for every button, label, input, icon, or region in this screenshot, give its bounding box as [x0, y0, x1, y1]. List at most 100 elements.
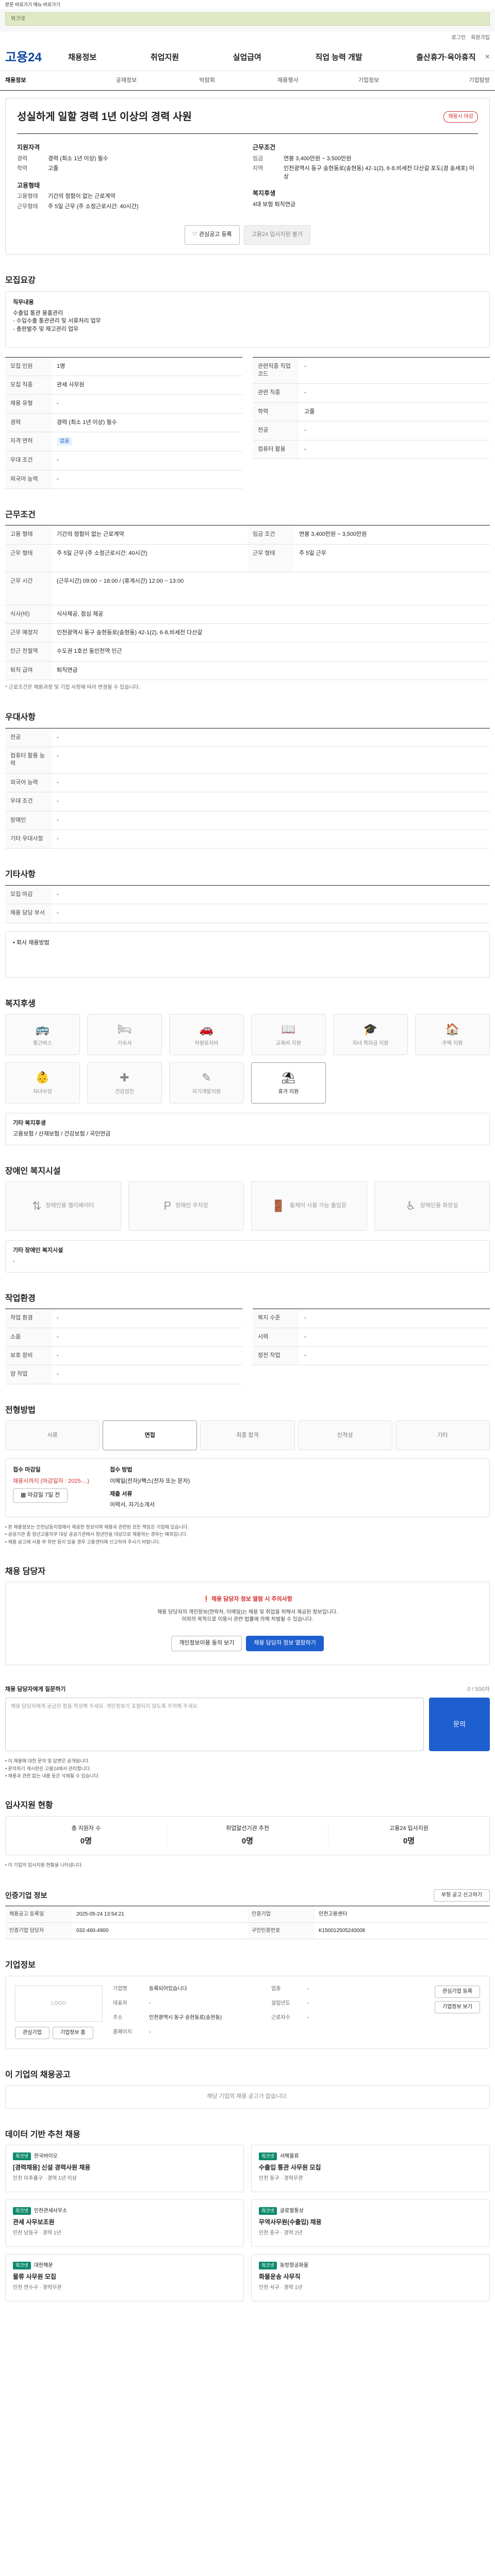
privacy-agree-button[interactable]: 개인정보이용 동의 보기 [171, 1635, 242, 1651]
preference-table: 전공 - 컴퓨터 활용 능력 - 외국어 능력 - 우대 조건 - 장애인 - 기타 우대… [5, 727, 490, 849]
company-key: 기업명 [113, 1986, 127, 1992]
company-home-button[interactable]: 기업정보 홈 [52, 2026, 93, 2039]
table-value: 식사제공, 점심 제공 [57, 611, 104, 617]
main-menu: 채용정보 취업지원 실업급여 직업 능력 개발 출산휴가·육아휴직 [66, 52, 478, 63]
source-tag: 워크넷 [259, 2262, 277, 2269]
shift-value: 주 5일 근무 [299, 550, 326, 556]
table-value: 없음 [52, 432, 242, 451]
table-value: - [57, 1315, 59, 1321]
company-follow-button[interactable]: 관심기업 등록 [435, 1985, 480, 1998]
stat-item: 총 지원자 수 0명 [6, 1824, 167, 1847]
interest-button[interactable]: ♡ 관심공고 등록 [184, 225, 240, 245]
recommend-company: 인천관세사무소 [34, 2208, 68, 2214]
process-step: 기타 [395, 1420, 490, 1451]
stat-label: 고용24 입사지원 [389, 1825, 428, 1832]
table-key: 복지 수준 [253, 1309, 299, 1328]
doc-key: 제출 서류 [109, 1491, 133, 1497]
company-key: 주소 [113, 2014, 123, 2021]
recommend-card[interactable]: 워크넷 글로벌통상 무역사무원(수출입) 채용 인천 중구 · 경력 2년 [251, 2199, 490, 2247]
tab-item[interactable]: 채용행사 [248, 77, 328, 84]
kv-key: 학력 [17, 165, 28, 172]
disabled-item: 🚪 휠체어 사용 가능 출입문 [251, 1181, 367, 1231]
method-value: 이메일(전자)/팩스(전자 또는 문자) [109, 1478, 190, 1484]
vacation-icon: ⛱ [281, 1071, 296, 1084]
table-value: - [57, 817, 59, 823]
interest-company-button[interactable]: 관심기업 [15, 2026, 50, 2039]
contact-section: 채용 담당자 ❗ 채용 담당자 정보 열람 시 주의사항 채용 담당자의 개인정… [0, 1566, 495, 1665]
close-icon[interactable]: × [485, 52, 490, 63]
recommend-card[interactable]: 워크넷 한국바이오 [경력채용] 신설 경력사원 채용 인천 미추홀구 · 경력 1년… [5, 2145, 244, 2193]
menu-item[interactable]: 실업급여 [231, 52, 263, 63]
table-key: 장애인 [5, 811, 52, 829]
menu-item[interactable]: 채용정보 [66, 52, 98, 63]
calendar-icon: ▦ [21, 1492, 28, 1499]
toilet-icon: ♿ [405, 1199, 416, 1212]
recommend-card[interactable]: 워크넷 대한해운 물류 사무원 모집 인천 연수구 · 경력무관 [5, 2254, 244, 2302]
company-key: 근로자수 [271, 2014, 290, 2021]
disabled-label: 장애인용 엘리베이터 [45, 1202, 94, 1209]
calendar-button-label: 마감일 7일 전 [27, 1492, 60, 1499]
company-detail-button[interactable]: 기업정보 보기 [435, 2001, 480, 2013]
table-value: - [57, 835, 59, 842]
company-value [307, 2029, 424, 2039]
tab-item[interactable]: 채용정보 [5, 77, 86, 84]
tab-item[interactable]: 공채정보 [86, 77, 167, 84]
logo[interactable]: 고용24 [5, 49, 66, 66]
section-title: 기업정보 [5, 1961, 36, 1970]
recruit-table-left: 모집 인원 1명 모집 직종 관세 사무원 채용 유형 - 경력 경력 (최소 1년 이… [5, 357, 242, 489]
env-table-right: 복지 수준 - 시력 - 정전 작업 - [253, 1309, 490, 1384]
table-value: 경력 (최소 1년 이상) 필수 [57, 419, 117, 426]
company-key: 대표자 [113, 2000, 127, 2006]
welfare-item: 👶 자녀수당 [5, 1062, 80, 1104]
table-key: 소음 [5, 1328, 52, 1347]
question-submit-button[interactable]: 문의 [429, 1698, 490, 1752]
welfare-label: 통근버스 [33, 1041, 52, 1047]
section-title: 근무조건 [5, 510, 36, 519]
view-contact-button[interactable]: 채용 담당자 정보 열람하기 [246, 1635, 324, 1651]
table-key: 인증기업 담당자 [5, 1923, 72, 1939]
pay-value: 연봉 3,400만원 ~ 3,500만원 [299, 531, 367, 538]
join-link[interactable]: 회원가입 [471, 35, 490, 42]
info-header: 인증기업 정보 부정 공고 신고하기 [5, 1889, 490, 1902]
table-value: 수도권 1호선 동인천역 인근 [57, 648, 122, 655]
menu-item[interactable]: 취업지원 [148, 52, 181, 63]
skip-links[interactable]: 본문 바로가기 메뉴 바로가기 [0, 0, 495, 9]
job-content-body: 수출입 통관 용품관리 - 수입수출 통관관리 및 서류처리 업무 - 총판발주… [13, 310, 101, 332]
company-value: - [149, 2000, 151, 2006]
deadline-col: 접수 마감일 채용시까지 (마감일자 : 2025-...) ▦ 마감일 7일 … [13, 1466, 89, 1510]
welfare-label: 휴가 지원 [278, 1089, 299, 1095]
tab-item[interactable]: 기업정보 [328, 77, 409, 84]
table-key: 외국어 능력 [5, 773, 52, 792]
ad-banner-text[interactable]: 워크넷 [5, 12, 490, 26]
recommend-card[interactable]: 워크넷 서해물류 수출입 통관 사무원 모집 인천 동구 · 경력무관 [251, 2145, 490, 2193]
tab-item[interactable]: 기업탐방 [409, 77, 490, 84]
similar-empty: 해당 기업의 채용 공고가 없습니다. [5, 2085, 490, 2109]
table-key: 고용 형태 [5, 526, 52, 544]
menu-item[interactable]: 직업 능력 개발 [313, 52, 364, 63]
table-value: 인천고용센터 [319, 1911, 348, 1918]
login-link[interactable]: 로그인 [452, 35, 466, 42]
calendar-button[interactable]: ▦ 마감일 7일 전 [13, 1488, 68, 1503]
table-key: 근무 시간 [5, 572, 52, 605]
conditions-table: 고용 형태 기간의 정함이 없는 근로계약 임금 조건 연봉 3,400만원 ~ 3,… [5, 525, 490, 681]
contact-warning-text: 채용 담당자 정보 열람 시 주의사항 [211, 1596, 292, 1603]
welfare-label: 주택 지원 [442, 1041, 463, 1047]
table-key: 시력 [253, 1328, 299, 1347]
recommend-title: 무역사무원(수출입) 채용 [259, 2218, 322, 2226]
report-button[interactable]: 부정 공고 신고하기 [433, 1889, 490, 1902]
welfare-item: 🏠 주택 지원 [415, 1013, 490, 1055]
welfare-item: 🚌 통근버스 [5, 1013, 80, 1055]
recommend-card[interactable]: 워크넷 동방항공화물 화물운송 사무직 인천 서구 · 경력 1년 [251, 2254, 490, 2302]
recommend-card[interactable]: 워크넷 인천관세사무소 관세 사무보조원 인천 남동구 · 경력 1년 [5, 2199, 244, 2247]
section-title: 채용 담당자 [5, 1567, 46, 1576]
disabled-etc-title: 기타 장애인 복지시설 [13, 1247, 63, 1254]
apply-button[interactable]: 고용24 입사지원 불가 [243, 225, 310, 245]
question-textarea[interactable]: 채용 담당자에게 궁금한 점을 작성해 주세요. 개인정보가 포함되지 않도록 … [5, 1698, 424, 1752]
table-key: 경력 [5, 413, 52, 432]
menu-item[interactable]: 출산휴가·육아휴직 [414, 52, 477, 63]
tab-item[interactable]: 박람회 [167, 77, 248, 84]
welfare-icons: 🚌 통근버스 🛏 기숙사 🚗 차량유지비 📖 교육비 지원 🎓 자녀 학자금 지원 🏠 주택… [5, 1013, 490, 1104]
disabled-label: 휠체어 사용 가능 출입문 [289, 1202, 347, 1209]
section-title: 모집요강 [5, 276, 36, 285]
divider [17, 133, 478, 134]
